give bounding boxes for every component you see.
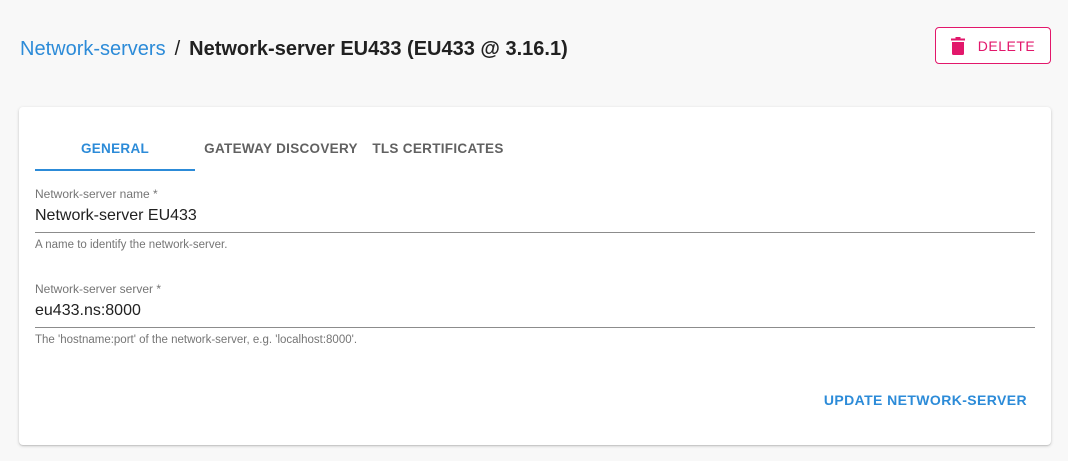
tab-bar: GENERAL GATEWAY DISCOVERY TLS CERTIFICAT… [35, 125, 509, 171]
network-server-server-input[interactable] [35, 296, 1035, 328]
breadcrumb: Network-servers / Network-server EU433 (… [20, 38, 568, 61]
active-tab-indicator [35, 169, 195, 171]
network-server-name-field: Network-server name * A name to identify… [35, 187, 1035, 251]
tab-general[interactable]: GENERAL [35, 125, 195, 171]
tab-gateway-discovery[interactable]: GATEWAY DISCOVERY [195, 125, 367, 171]
network-server-name-label: Network-server name * [35, 187, 158, 201]
network-server-name-input[interactable] [35, 201, 1035, 233]
network-server-server-label: Network-server server * [35, 282, 162, 296]
network-server-name-help: A name to identify the network-server. [35, 239, 228, 251]
update-network-server-button[interactable]: UPDATE NETWORK-SERVER [824, 392, 1027, 408]
breadcrumb-network-servers-link[interactable]: Network-servers [20, 38, 166, 61]
breadcrumb-separator: / [174, 38, 181, 60]
page-title: Network-server EU433 (EU433 @ 3.16.1) [189, 38, 568, 60]
network-server-server-field: Network-server server * The 'hostname:po… [35, 282, 1035, 346]
network-server-server-help: The 'hostname:port' of the network-serve… [35, 334, 358, 346]
tab-tls-certificates[interactable]: TLS CERTIFICATES [367, 125, 509, 171]
network-server-form-card: GENERAL GATEWAY DISCOVERY TLS CERTIFICAT… [19, 107, 1051, 445]
trash-icon [950, 36, 965, 55]
delete-button-label: DELETE [977, 37, 1036, 54]
delete-button[interactable]: DELETE [935, 27, 1051, 64]
